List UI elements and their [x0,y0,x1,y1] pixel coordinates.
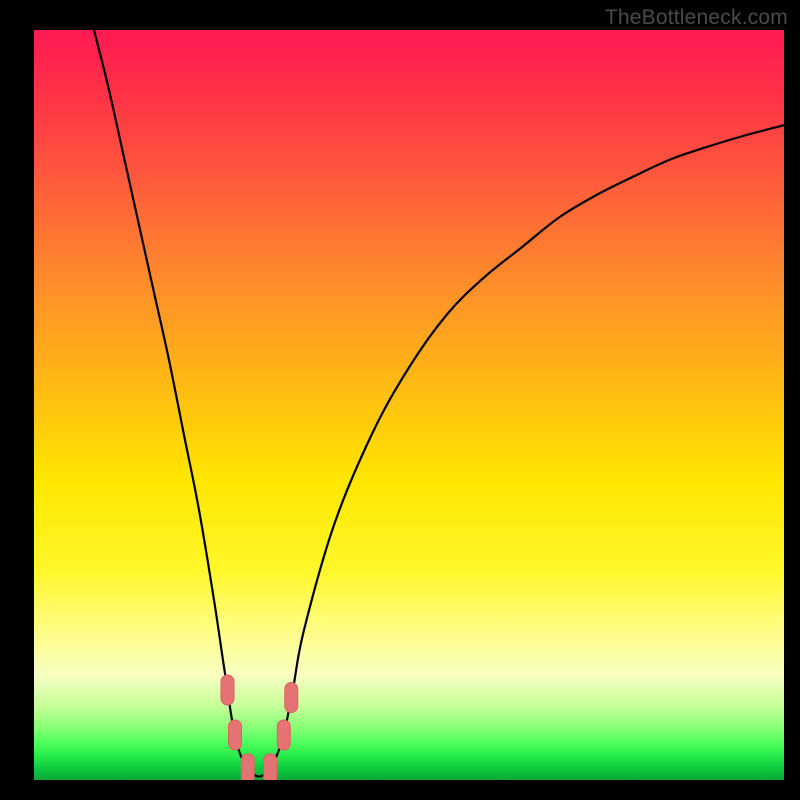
attribution-text: TheBottleneck.com [605,6,788,30]
optimum-marker [221,675,234,705]
optimum-marker [285,683,298,713]
optimum-marker [264,754,277,780]
chart-frame: TheBottleneck.com [0,0,800,800]
plot-area [34,30,784,780]
optimum-marker [277,720,290,750]
bottleneck-curve [34,30,784,780]
optimum-marker [241,754,254,780]
optimum-marker [229,720,242,750]
